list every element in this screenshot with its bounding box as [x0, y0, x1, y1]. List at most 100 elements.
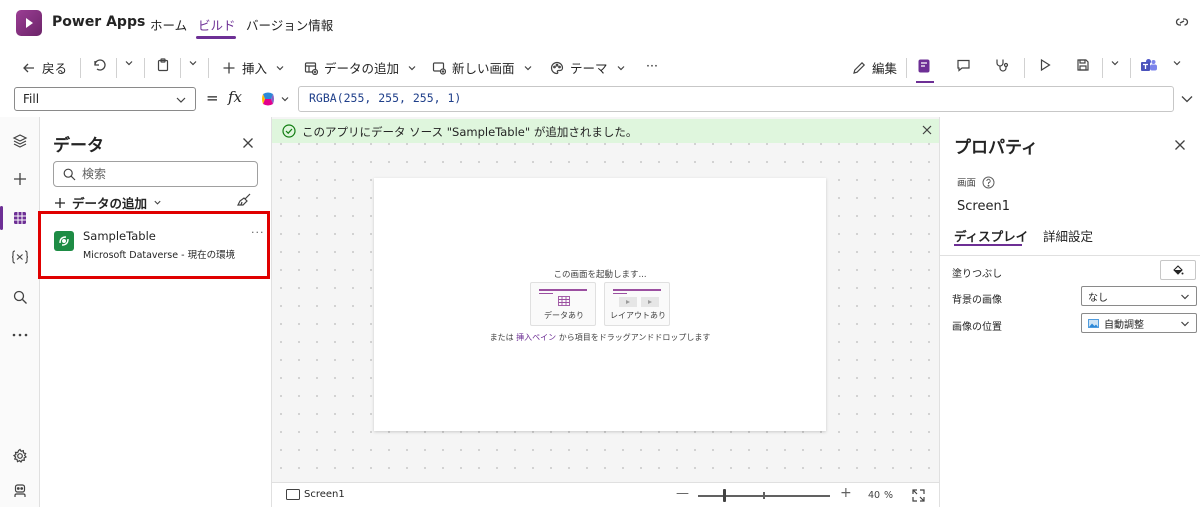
screen-icon — [286, 489, 300, 500]
layout-label: レイアウトあり — [610, 311, 666, 320]
layout-with-data-card[interactable]: データあり — [530, 282, 596, 326]
bot-icon — [12, 483, 28, 499]
image-position-label: 画像の位置 — [952, 322, 1002, 333]
help-icon[interactable] — [982, 176, 995, 189]
background-image-label: 背景の画像 — [952, 295, 1002, 306]
comments-button[interactable] — [956, 58, 971, 73]
search-input[interactable] — [82, 165, 252, 183]
tab-version-info[interactable]: バージョン情報 — [246, 15, 333, 34]
paint-bucket-icon — [1172, 264, 1184, 276]
undo-dropdown[interactable] — [124, 58, 134, 68]
chevron-down-icon — [523, 63, 533, 73]
undo-icon — [92, 58, 106, 72]
zoom-out-button[interactable]: — — [676, 486, 689, 501]
image-position-dropdown[interactable]: 自動調整 — [1081, 313, 1197, 333]
search-pane-button[interactable] — [10, 287, 30, 307]
pane-title: プロパティ — [954, 138, 1038, 158]
back-button[interactable]: 戻る — [22, 58, 67, 77]
property-selector[interactable]: Fill — [14, 87, 196, 111]
tab-build-underline — [196, 36, 236, 39]
background-image-dropdown[interactable]: なし — [1081, 286, 1197, 306]
insert-pane-button[interactable] — [10, 169, 30, 189]
zoom-default-tick — [763, 492, 765, 499]
tab-build[interactable]: ビルド — [198, 15, 236, 34]
variables-icon — [11, 250, 29, 264]
image-icon — [1088, 318, 1099, 328]
paste-dropdown[interactable] — [188, 58, 198, 68]
copilot-button[interactable] — [260, 91, 290, 107]
add-data-link[interactable]: データの追加 — [54, 193, 162, 212]
table-list-item[interactable]: SampleTable Microsoft Dataverse - 現在の環境 … — [38, 211, 270, 279]
table-more-button[interactable]: ··· — [251, 226, 265, 239]
save-button[interactable] — [1076, 58, 1090, 72]
add-data-button[interactable]: データの追加 — [304, 58, 417, 77]
table-source: Microsoft Dataverse - 現在の環境 — [83, 250, 236, 261]
close-icon[interactable] — [242, 137, 254, 149]
share-link-icon[interactable] — [1174, 14, 1190, 30]
separator — [1130, 58, 1131, 78]
table-name: SampleTable — [83, 229, 156, 243]
preview-play-button[interactable] — [1038, 58, 1052, 72]
fx-label: fx — [228, 88, 243, 106]
virtual-agent-button[interactable] — [10, 481, 30, 501]
broom-icon[interactable] — [236, 193, 252, 207]
more-pane-button[interactable] — [10, 325, 30, 345]
layout-with-layout-card[interactable]: レイアウトあり — [604, 282, 670, 326]
pane-title: データ — [53, 136, 104, 156]
zoom-slider-thumb[interactable] — [723, 489, 727, 502]
table-grid-icon — [304, 61, 318, 75]
tab-advanced[interactable]: 詳細設定 — [1043, 226, 1093, 245]
formula-input[interactable]: RGBA(255, 255, 255, 1) — [298, 86, 1174, 112]
insert-button[interactable]: 挿入 — [222, 58, 285, 77]
layers-icon — [12, 133, 28, 149]
start-screen-text: この画面を起動します... — [553, 270, 647, 280]
app-screen[interactable]: この画面を起動します... データあり レイアウトあり または 挿入ペイン から… — [374, 178, 826, 431]
variables-button[interactable] — [10, 247, 30, 267]
more-commands-button[interactable]: ··· — [646, 58, 658, 73]
clipboard-icon — [156, 58, 170, 72]
close-icon[interactable] — [1174, 139, 1186, 151]
equals-sign: = — [206, 89, 219, 107]
table-grid-icon — [13, 211, 27, 225]
control-name: Screen1 — [957, 199, 1010, 214]
layout-preview-icon — [619, 297, 659, 307]
tab-home[interactable]: ホーム — [150, 15, 187, 34]
edit-button[interactable]: 編集 — [852, 58, 897, 77]
new-screen-icon — [432, 61, 446, 75]
plus-icon — [222, 61, 236, 75]
chevron-down-icon[interactable] — [1180, 94, 1194, 104]
publish-dropdown[interactable] — [1172, 58, 1182, 68]
undo-button[interactable] — [92, 58, 106, 72]
data-pane-button[interactable] — [10, 208, 30, 228]
chevron-down-icon — [1172, 58, 1182, 68]
control-type: 画面 — [957, 175, 995, 189]
save-dropdown[interactable] — [1110, 58, 1120, 68]
data-search-box — [53, 161, 258, 187]
pencil-icon — [852, 61, 866, 75]
screen-name: Screen1 — [304, 489, 345, 500]
arrow-left-icon — [22, 61, 36, 75]
app-checker-panel-button[interactable] — [916, 58, 932, 74]
chevron-down-icon — [175, 95, 187, 105]
tab-display[interactable]: ディスプレイ — [954, 226, 1028, 245]
fill-color-picker[interactable] — [1160, 260, 1196, 280]
left-rail — [0, 117, 40, 507]
property-selector-value: Fill — [23, 92, 40, 106]
separator — [180, 58, 181, 78]
chevron-down-icon — [616, 63, 626, 73]
close-icon[interactable] — [922, 125, 932, 135]
screen-selector[interactable]: Screen1 — [286, 489, 345, 500]
separator — [208, 58, 209, 78]
new-screen-button[interactable]: 新しい画面 — [432, 58, 533, 77]
fit-to-window-icon[interactable] — [912, 489, 925, 502]
separator — [1024, 58, 1025, 78]
teams-button[interactable] — [1140, 58, 1158, 74]
app-checker-button[interactable] — [994, 58, 1009, 73]
paste-button[interactable] — [156, 58, 170, 72]
settings-button[interactable] — [10, 446, 30, 466]
tree-view-button[interactable] — [10, 131, 30, 151]
more-dots-icon — [12, 333, 28, 337]
zoom-in-button[interactable]: + — [840, 485, 852, 501]
insert-pane-link[interactable]: 挿入ペイン — [516, 333, 556, 342]
theme-button[interactable]: テーマ — [550, 58, 626, 77]
